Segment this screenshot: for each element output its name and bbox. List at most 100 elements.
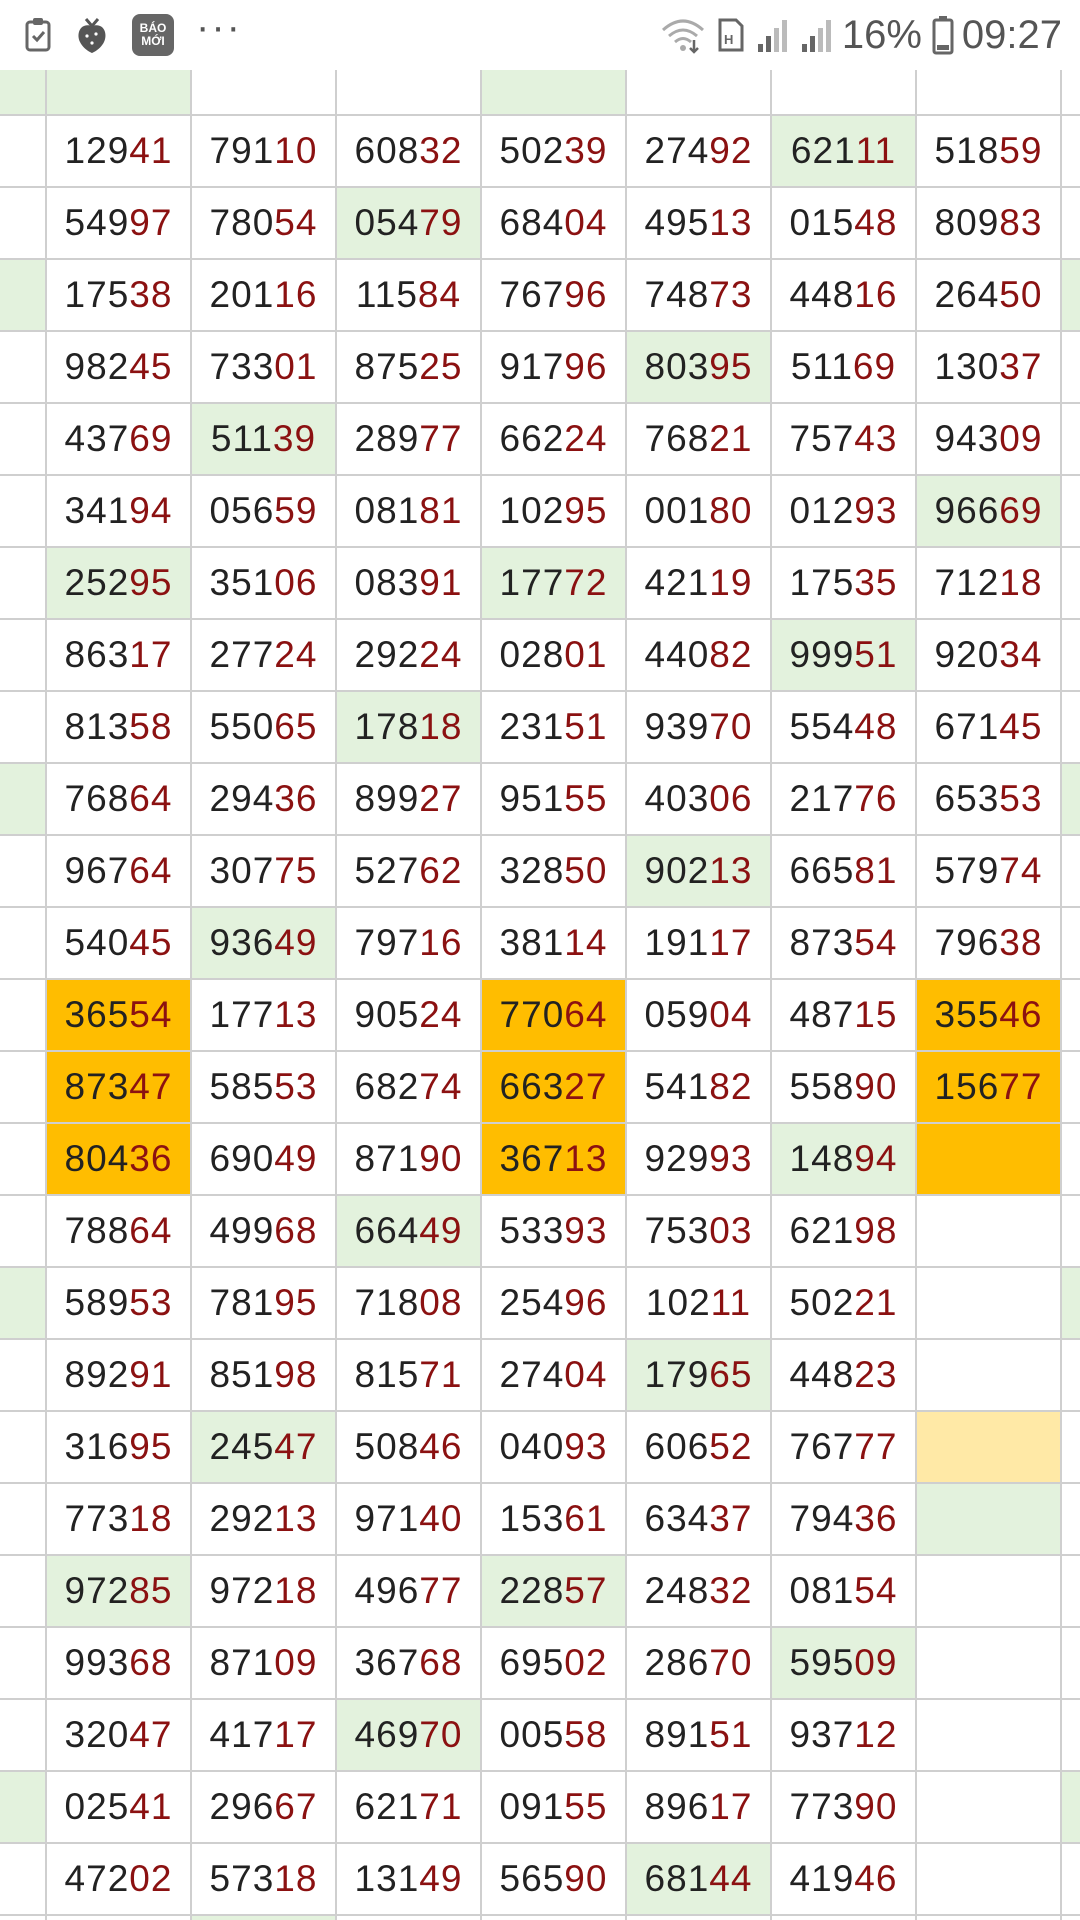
strawberry-app-icon — [74, 16, 110, 54]
number-tail: 91 — [419, 562, 463, 603]
table-cell: 972 18 — [192, 1556, 337, 1628]
table-cell: 93 — [0, 404, 47, 476]
table-cell: 781 95 — [192, 1268, 337, 1340]
table-cell: 286 70 — [627, 1628, 772, 1700]
table-cell: 943 09 — [917, 404, 1062, 476]
number-tail: 98 — [854, 1210, 898, 1251]
number-head: 091 — [499, 1786, 565, 1827]
number-tail: 16 — [419, 922, 463, 963]
number-tail: 01 — [564, 634, 608, 675]
number-head: 608 — [354, 130, 420, 171]
number-head: 025 — [64, 1786, 130, 1827]
number-tail: 55 — [564, 778, 608, 819]
table-cell: 502 39 — [482, 116, 627, 188]
table-cell: 63 — [0, 692, 47, 764]
number-head: 129 — [64, 130, 130, 171]
table-cell: 579 74 — [917, 836, 1062, 908]
battery-icon — [932, 15, 954, 55]
table-cell: 365 54 — [47, 980, 192, 1052]
table-cell: 55 — [0, 1772, 47, 1844]
number-tail: 69 — [852, 346, 897, 387]
number-tail: 45 — [129, 922, 173, 963]
table-cell — [1062, 188, 1080, 260]
number-tail: 92 — [709, 130, 753, 171]
table-cell: 191 17 — [627, 908, 772, 980]
number-head: 653 — [934, 778, 1000, 819]
number-tail: 67 — [274, 1786, 318, 1827]
table-cell: 059 04 — [627, 980, 772, 1052]
table-cell: 971 40 — [337, 1484, 482, 1556]
number-head: 585 — [209, 1066, 275, 1107]
table-cell: 440 82 — [627, 620, 772, 692]
number-tail: 49 — [419, 1858, 463, 1899]
table-cell — [1062, 1124, 1080, 1196]
table-cell: 29 — [0, 548, 47, 620]
number-tail: 95 — [709, 346, 753, 387]
results-table-scroll[interactable]: 0912941791106083250239274926211151859175… — [0, 70, 1080, 1920]
number-head: 217 — [789, 778, 855, 819]
number-head: 228 — [499, 1570, 565, 1611]
number-tail: 40 — [419, 1498, 463, 1539]
table-cell — [1062, 1556, 1080, 1628]
number-tail: 39 — [272, 418, 317, 459]
number-tail: 18 — [274, 1858, 318, 1899]
number-tail: 76 — [854, 778, 898, 819]
number-tail: 09 — [854, 1642, 898, 1683]
number-head: 469 — [354, 1714, 420, 1755]
number-tail: 77 — [419, 418, 463, 459]
table-cell: 773 90 — [772, 1772, 917, 1844]
number-tail: 45 — [129, 346, 173, 387]
table-cell: 621 11 — [772, 116, 917, 188]
number-tail: 10 — [274, 130, 318, 171]
number-tail: 64 — [129, 850, 173, 891]
number-head: 871 — [354, 1138, 420, 1179]
number-head: 351 — [209, 562, 275, 603]
number-tail: 18 — [999, 562, 1043, 603]
number-head: 665 — [789, 850, 855, 891]
table-cell: 469 70 — [337, 1700, 482, 1772]
table-cell: 63 — [0, 476, 47, 548]
table-cell — [1062, 1340, 1080, 1412]
table-cell: 770 64 — [482, 980, 627, 1052]
number-tail: 45 — [999, 706, 1043, 747]
number-head: 527 — [354, 850, 420, 891]
number-tail: 36 — [854, 1498, 898, 1539]
number-tail: 17 — [129, 634, 173, 675]
number-head: 440 — [644, 634, 710, 675]
table-cell: 274 04 — [482, 1340, 627, 1412]
table-cell: 00 — [0, 1556, 47, 1628]
table-cell: 982 45 — [47, 332, 192, 404]
number-tail: 54 — [854, 922, 898, 963]
number-head: 606 — [644, 1426, 710, 1467]
number-tail: 47 — [274, 1426, 318, 1467]
table-cell: 448 16 — [772, 260, 917, 332]
table-cell — [1062, 908, 1080, 980]
table-cell: 131 49 — [337, 1844, 482, 1916]
table-cell — [772, 70, 917, 116]
number-tail: 82 — [709, 1066, 753, 1107]
number-head: 554 — [789, 706, 855, 747]
clock-time: 09:27 — [961, 12, 1062, 57]
results-table: 0912941791106083250239274926211151859175… — [0, 70, 1080, 1920]
table-cell: 508 46 — [337, 1412, 482, 1484]
number-head: 367 — [499, 1138, 565, 1179]
table-cell: 448 23 — [772, 1340, 917, 1412]
number-head: 178 — [354, 706, 420, 747]
number-head: 421 — [644, 562, 710, 603]
table-cell — [1062, 1412, 1080, 1484]
table-cell: 794 36 — [772, 1484, 917, 1556]
number-head: 664 — [354, 1210, 420, 1251]
number-tail: 34 — [999, 634, 1043, 675]
table-cell: 79 — [0, 332, 47, 404]
number-tail: 70 — [709, 706, 753, 747]
number-head: 733 — [209, 346, 275, 387]
table-cell: 621 71 — [337, 1772, 482, 1844]
table-cell: 892 91 — [47, 1340, 192, 1412]
number-head: 472 — [64, 1858, 130, 1899]
table-cell: 665 81 — [772, 836, 917, 908]
number-head: 175 — [789, 562, 855, 603]
number-tail: 93 — [564, 1426, 608, 1467]
number-tail: 37 — [709, 1498, 753, 1539]
number-tail: 74 — [419, 1066, 463, 1107]
number-head: 804 — [64, 1138, 130, 1179]
